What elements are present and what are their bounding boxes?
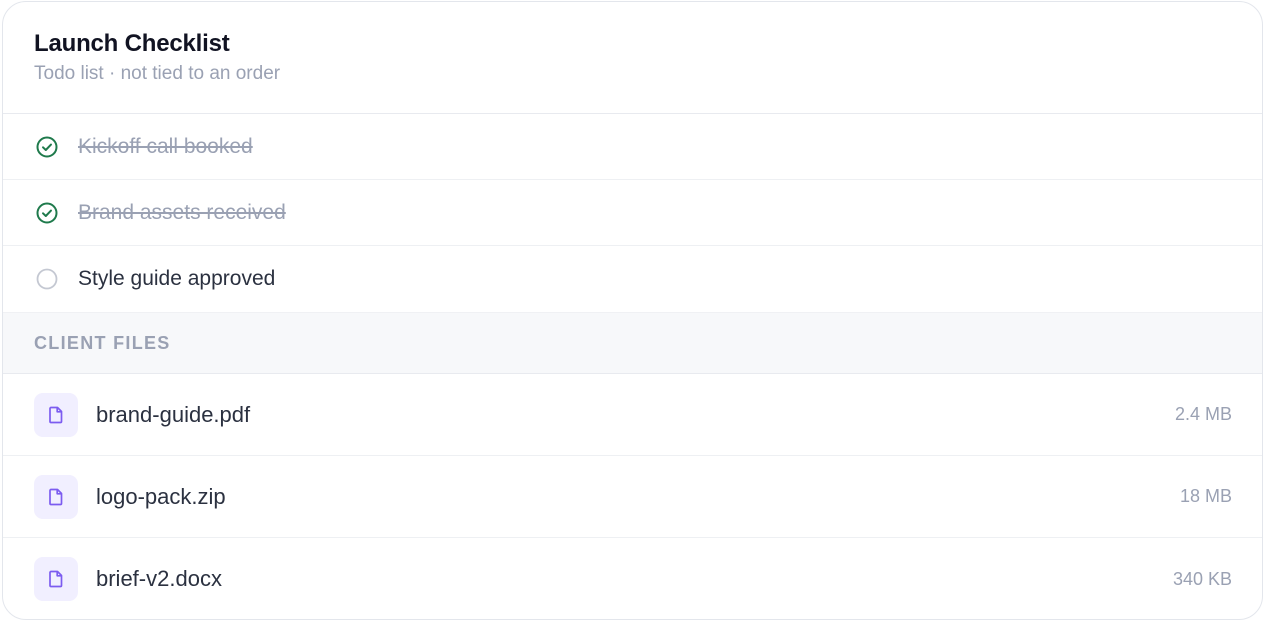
file-name[interactable]: logo-pack.zip	[96, 484, 226, 510]
todo-label: Kickoff call booked	[78, 134, 253, 158]
file-icon	[34, 474, 78, 519]
page-subtitle: Todo list · not tied to an order	[34, 63, 281, 84]
empty-circle-icon[interactable]	[36, 268, 58, 290]
file-size: 18 MB	[1179, 486, 1232, 506]
file-row-brand-guide[interactable]: brand-guide.pdf 2.4 MB	[3, 374, 1262, 456]
file-size: 340 KB	[1172, 568, 1232, 589]
todo-item-style-guide[interactable]: Style guide approved	[3, 246, 1262, 312]
todo-label: Brand assets received	[78, 200, 286, 224]
card-header: Launch Checklist Todo list · not tied to…	[3, 2, 1262, 114]
file-name[interactable]: brand-guide.pdf	[96, 402, 250, 428]
check-circle-icon[interactable]	[36, 136, 58, 158]
page-title: Launch Checklist	[34, 30, 230, 57]
todo-label: Style guide approved	[78, 267, 276, 290]
file-icon	[34, 557, 78, 601]
file-icon	[34, 392, 78, 437]
file-row-logo-pack[interactable]: logo-pack.zip 18 MB	[3, 456, 1262, 538]
file-row-brief[interactable]: brief-v2.docx 340 KB	[3, 538, 1262, 619]
launch-checklist-card: Launch Checklist Todo list · not tied to…	[2, 1, 1263, 620]
todo-item-kickoff[interactable]: Kickoff call booked	[3, 114, 1262, 180]
client-files-heading: CLIENT FILES	[3, 312, 1262, 374]
file-size: 2.4 MB	[1174, 404, 1232, 424]
todo-item-brand-assets[interactable]: Brand assets received	[3, 180, 1262, 246]
file-name[interactable]: brief-v2.docx	[96, 566, 222, 592]
check-circle-icon[interactable]	[36, 202, 58, 224]
